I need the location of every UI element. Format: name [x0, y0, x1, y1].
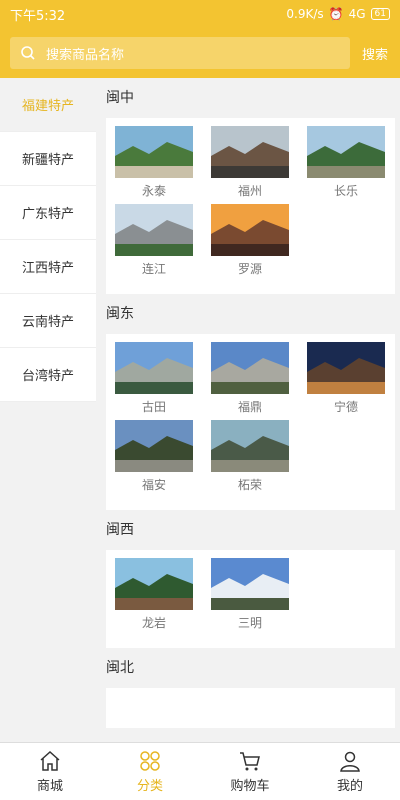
city-grid: 永泰 福州 长乐连江 罗源: [106, 118, 395, 294]
city-item[interactable]: 龙岩: [106, 558, 202, 630]
tab-user[interactable]: 我的: [300, 743, 400, 800]
city-item[interactable]: 连江: [106, 204, 202, 276]
header: 搜索商品名称 搜索: [0, 28, 400, 78]
city-item[interactable]: 柘荣: [202, 420, 298, 492]
tab-cart[interactable]: 购物车: [200, 743, 300, 800]
city-image: [211, 558, 289, 610]
city-name: 柘荣: [237, 478, 262, 492]
tab-label: 购物车: [230, 779, 270, 794]
tab-label: 分类: [136, 779, 163, 794]
tab-label: 商城: [36, 779, 63, 794]
section-title: 闽北: [106, 660, 134, 676]
battery-icon: 61: [370, 8, 390, 20]
city-item[interactable]: 福安: [106, 420, 202, 492]
city-name: 连江: [141, 262, 166, 276]
search-button[interactable]: 搜索: [362, 44, 388, 63]
city-name: 长乐: [333, 184, 358, 198]
city-item[interactable]: 福鼎: [202, 342, 298, 414]
city-item[interactable]: 宁德: [298, 342, 394, 414]
sidebar-item[interactable]: 广东特产: [0, 186, 96, 240]
city-image: [211, 126, 289, 178]
city-image: [115, 204, 193, 256]
city-image: [211, 420, 289, 472]
tab-category[interactable]: 分类: [100, 743, 200, 800]
city-image: [211, 342, 289, 394]
category-sidebar: 福建特产 新疆特产 广东特产 江西特产 云南特产 台湾特产: [0, 78, 96, 743]
city-name: 永泰: [141, 184, 166, 198]
tab-label: 我的: [336, 779, 363, 794]
city-image: [115, 342, 193, 394]
city-grid: [106, 688, 395, 728]
city-name: 福安: [141, 478, 166, 492]
search-placeholder: 搜索商品名称: [46, 47, 125, 63]
city-name: 宁德: [333, 400, 358, 414]
section-title: 闽东: [106, 306, 134, 322]
status-bar: 下午5:32 0.9K/s ⏰ 4G 61: [0, 0, 400, 28]
sidebar-item[interactable]: 云南特产: [0, 294, 96, 348]
section-title: 闽西: [106, 522, 134, 538]
city-item[interactable]: 三明: [202, 558, 298, 630]
section-title: 闽中: [106, 90, 134, 106]
network-speed: 0.9K/s: [286, 7, 324, 21]
tab-home[interactable]: 商城: [0, 743, 100, 800]
city-image: [307, 126, 385, 178]
city-image: [115, 126, 193, 178]
search-icon: [21, 46, 35, 60]
city-name: 三明: [237, 616, 262, 630]
city-name: 福州: [237, 184, 262, 198]
category-icon: [140, 751, 160, 771]
city-grid: 龙岩 三明: [106, 550, 395, 648]
city-name: 龙岩: [141, 616, 166, 630]
cart-icon: [240, 752, 260, 771]
signal-label: 4G: [348, 7, 366, 21]
city-image: [307, 342, 385, 394]
city-image: [115, 420, 193, 472]
city-item[interactable]: 古田: [106, 342, 202, 414]
city-name: 古田: [141, 400, 166, 414]
sidebar-item[interactable]: 新疆特产: [0, 132, 96, 186]
city-item[interactable]: 长乐: [298, 126, 394, 198]
sidebar-item[interactable]: 福建特产: [0, 78, 96, 132]
city-image: [211, 204, 289, 256]
sidebar-item[interactable]: 台湾特产: [0, 348, 96, 402]
city-item[interactable]: 罗源: [202, 204, 298, 276]
sidebar-item[interactable]: 江西特产: [0, 240, 96, 294]
region-list: 闽中永泰 福州 长乐连江 罗源闽东古田 福鼎 宁德福安 柘荣闽西龙岩 三明闽北: [96, 78, 400, 743]
user-icon: [340, 751, 360, 772]
status-time: 下午5:32: [10, 8, 66, 24]
city-item[interactable]: 永泰: [106, 126, 202, 198]
city-grid: 古田 福鼎 宁德福安 柘荣: [106, 334, 395, 510]
home-icon: [40, 750, 60, 771]
city-item[interactable]: 福州: [202, 126, 298, 198]
city-image: [115, 558, 193, 610]
city-name: 罗源: [237, 262, 262, 276]
search-input[interactable]: 搜索商品名称: [10, 37, 350, 69]
alarm-icon: ⏰: [328, 7, 344, 21]
city-name: 福鼎: [237, 400, 262, 414]
tab-bar: 商城 分类 购物车 我的: [0, 742, 400, 800]
